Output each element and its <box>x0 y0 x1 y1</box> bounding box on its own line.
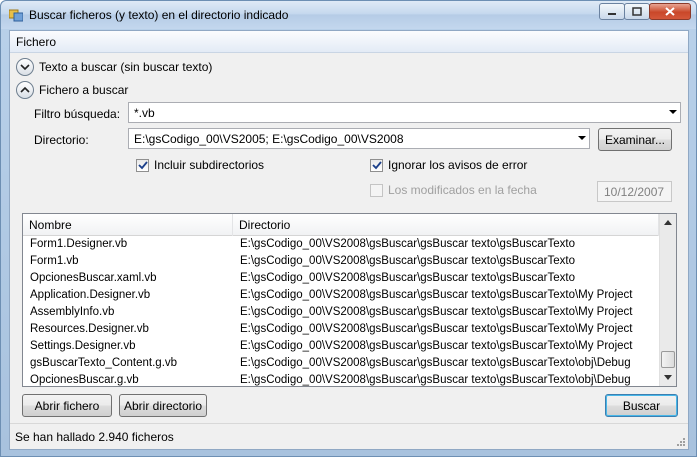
ignore-errors-checkbox[interactable]: Ignorar los avisos de error <box>370 158 527 172</box>
directory-cell: E:\gsCodigo_00\VS2008\gsBuscar\gsBuscar … <box>240 289 633 301</box>
directory-cell: E:\gsCodigo_00\VS2008\gsBuscar\gsBuscar … <box>240 272 575 284</box>
list-item[interactable]: Form1.Designer.vb E:\gsCodigo_00\VS2008\g… <box>23 237 659 254</box>
close-icon <box>665 7 675 16</box>
file-name-cell: OpcionesBuscar.xaml.vb <box>30 272 157 284</box>
file-name-cell: Resources.Designer.vb <box>30 323 149 335</box>
search-button[interactable]: Buscar <box>605 394 678 417</box>
filter-combo[interactable]: *.vb <box>128 102 681 123</box>
app-icon <box>9 9 23 22</box>
menu-fichero[interactable]: Fichero <box>16 35 56 49</box>
main-window: Buscar ficheros (y texto) en el director… <box>0 0 697 457</box>
window-title: Buscar ficheros (y texto) en el director… <box>29 8 289 22</box>
minimize-icon <box>608 12 616 15</box>
file-name-cell: gsBuscarTexto_Content.g.vb <box>30 357 178 369</box>
text-search-expander[interactable]: Texto a buscar (sin buscar texto) <box>16 58 212 76</box>
filter-label: Filtro búsqueda: <box>34 107 121 121</box>
directory-cell: E:\gsCodigo_00\VS2008\gsBuscar\gsBuscar … <box>240 357 631 369</box>
list-item[interactable]: Resources.Designer.vb E:\gsCodigo_00\VS20… <box>23 322 659 339</box>
list-header: Nombre Directorio <box>23 214 659 236</box>
chevron-down-icon[interactable] <box>16 58 34 76</box>
file-search-label: Fichero a buscar <box>39 83 129 97</box>
resize-grip-icon[interactable] <box>676 437 686 447</box>
file-name-cell: Application.Designer.vb <box>30 289 151 301</box>
file-name-cell: OpcionesBuscar.g.vb <box>30 374 139 386</box>
list-item[interactable]: OpcionesBuscar.xaml.vb E:\gsCodigo_00\VS2… <box>23 271 659 288</box>
status-bar: Se han hallado 2.940 ficheros <box>10 423 688 449</box>
open-file-button[interactable]: Abrir fichero <box>22 394 112 417</box>
directory-cell: E:\gsCodigo_00\VS2008\gsBuscar\gsBuscar … <box>240 255 575 267</box>
list-item[interactable]: OpcionesBuscar.g.vb E:\gsCodigo_00\VS2008… <box>23 373 659 386</box>
browse-button[interactable]: Examinar... <box>598 128 672 151</box>
column-header-nombre[interactable]: Nombre <box>23 214 233 236</box>
chevron-up-icon[interactable] <box>16 81 34 99</box>
list-item[interactable]: Settings.Designer.vb E:\gsCodigo_00\VS200… <box>23 339 659 356</box>
maximize-icon <box>632 7 642 16</box>
checkmark-icon <box>371 160 382 169</box>
directory-label: Directorio: <box>34 133 89 147</box>
ignore-errors-label: Ignorar los avisos de error <box>388 158 528 172</box>
checkbox-box[interactable] <box>370 158 383 172</box>
filter-value: *.vb <box>134 106 155 120</box>
scroll-up-icon[interactable] <box>660 214 676 231</box>
directory-combo[interactable]: E:\gsCodigo_00\VS2005; E:\gsCodigo_00\VS… <box>128 128 590 149</box>
modified-date-checkbox: Los modificados en la fecha <box>370 183 537 197</box>
include-subdirs-checkbox[interactable]: Incluir subdirectorios <box>136 158 264 172</box>
directory-cell: E:\gsCodigo_00\VS2008\gsBuscar\gsBuscar … <box>240 323 633 335</box>
directory-cell: E:\gsCodigo_00\VS2008\gsBuscar\gsBuscar … <box>240 238 575 250</box>
text-search-label: Texto a buscar (sin buscar texto) <box>39 60 213 74</box>
file-name-cell: Form1.Designer.vb <box>30 238 128 250</box>
directory-cell: E:\gsCodigo_00\VS2008\gsBuscar\gsBuscar … <box>240 374 631 386</box>
results-list[interactable]: Nombre Directorio Form1.Designer.vb E:\gs… <box>22 213 677 387</box>
title-bar[interactable]: Buscar ficheros (y texto) en el director… <box>1 1 696 29</box>
file-name-cell: AssemblyInfo.vb <box>30 306 115 318</box>
scrollbar-thumb[interactable] <box>661 351 675 368</box>
checkmark-icon <box>137 160 148 169</box>
open-directory-button[interactable]: Abrir directorio <box>119 394 207 417</box>
include-subdirs-label: Incluir subdirectorios <box>154 158 265 172</box>
menu-bar: Fichero <box>10 31 688 53</box>
directory-cell: E:\gsCodigo_00\VS2008\gsBuscar\gsBuscar … <box>240 306 633 318</box>
client-area: Fichero Texto a buscar (sin buscar texto… <box>9 30 689 450</box>
checkbox-box <box>370 183 383 197</box>
column-header-directorio[interactable]: Directorio <box>233 214 659 236</box>
list-body: Form1.Designer.vb E:\gsCodigo_00\VS2008\g… <box>23 237 659 386</box>
list-item[interactable]: gsBuscarTexto_Content.g.vb E:\gsCodigo_00… <box>23 356 659 373</box>
dropdown-arrow-icon[interactable] <box>578 136 586 140</box>
file-name-cell: Settings.Designer.vb <box>30 340 136 352</box>
maximize-button[interactable] <box>624 3 650 20</box>
scroll-down-icon[interactable] <box>660 369 676 386</box>
list-item[interactable]: Application.Designer.vb E:\gsCodigo_00\VS… <box>23 288 659 305</box>
checkbox-box[interactable] <box>136 158 149 172</box>
file-name-cell: Form1.vb <box>30 255 79 267</box>
minimize-button[interactable] <box>599 3 625 20</box>
directory-value: E:\gsCodigo_00\VS2005; E:\gsCodigo_00\VS… <box>134 132 404 146</box>
file-search-expander[interactable]: Fichero a buscar <box>16 81 128 99</box>
close-button[interactable] <box>649 3 691 20</box>
modified-date-label: Los modificados en la fecha <box>388 183 537 197</box>
vertical-scrollbar[interactable] <box>659 214 676 386</box>
directory-cell: E:\gsCodigo_00\VS2008\gsBuscar\gsBuscar … <box>240 340 633 352</box>
dropdown-arrow-icon[interactable] <box>669 110 677 114</box>
list-item[interactable]: Form1.vb E:\gsCodigo_00\VS2008\gsBuscar\g… <box>23 254 659 271</box>
list-item[interactable]: AssemblyInfo.vb E:\gsCodigo_00\VS2008\gsB… <box>23 305 659 322</box>
date-picker: 10/12/2007 <box>597 181 672 202</box>
status-text: Se han hallado 2.940 ficheros <box>15 430 174 444</box>
